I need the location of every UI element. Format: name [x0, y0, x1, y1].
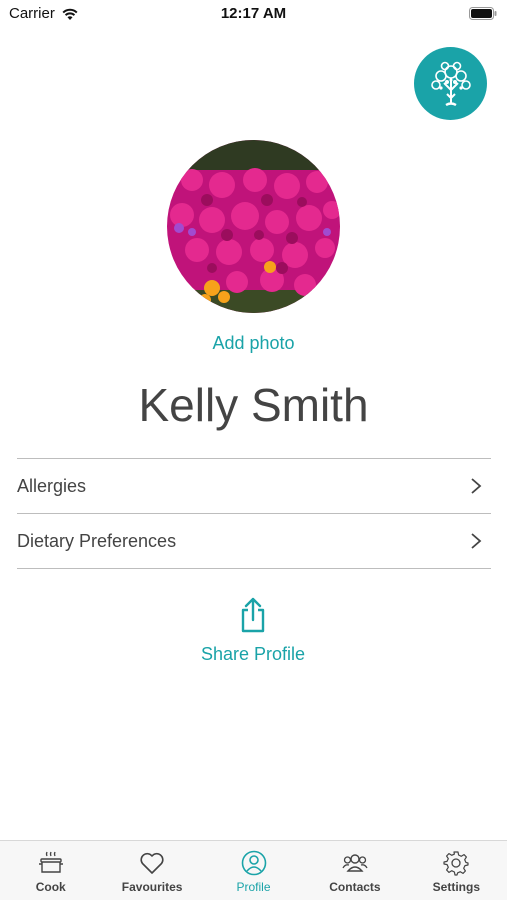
tab-label: Cook [35, 880, 66, 894]
tab-cook[interactable]: Cook [0, 841, 101, 900]
tab-label: Favourites [121, 880, 183, 894]
share-profile-label: Share Profile [200, 644, 306, 664]
tab-profile[interactable]: Profile [203, 841, 304, 900]
tab-label: Contacts [329, 880, 381, 894]
clock: 12:17 AM [220, 5, 287, 22]
status-bar: Carrier 12:17 AM [0, 0, 507, 30]
user-name: Kelly Smith [138, 379, 369, 431]
profile-menu-list: Allergies Dietary Preferences [17, 458, 491, 569]
cooking-pot-icon [38, 851, 63, 873]
menu-item-label: Allergies [17, 475, 87, 496]
chevron-right-icon [471, 533, 482, 549]
profile-icon [241, 850, 266, 876]
battery-icon [469, 7, 497, 20]
tree-logo-icon[interactable] [414, 47, 487, 120]
tab-settings[interactable]: Settings [406, 841, 507, 900]
profile-photo[interactable] [167, 140, 340, 313]
tab-label: Settings [432, 880, 480, 894]
gear-icon [443, 851, 469, 876]
add-photo-button[interactable]: Add photo [0, 333, 507, 354]
profile-screen: Carrier 12:17 AM Add photo Kelly Smith A… [0, 0, 507, 900]
menu-item-allergies[interactable]: Allergies [17, 459, 491, 514]
heart-icon [140, 852, 164, 874]
tab-bar: Cook Favourites Profile Contacts Setting… [0, 840, 507, 900]
contacts-icon [342, 854, 368, 872]
menu-item-dietary-preferences[interactable]: Dietary Preferences [17, 514, 491, 569]
share-icon [241, 597, 265, 633]
tab-favourites[interactable]: Favourites [101, 841, 202, 900]
menu-item-label: Dietary Preferences [17, 530, 177, 551]
tab-label: Profile [236, 880, 271, 894]
tab-contacts[interactable]: Contacts [304, 841, 405, 900]
chevron-right-icon [471, 478, 482, 494]
share-profile-button[interactable]: Share Profile [153, 596, 353, 670]
